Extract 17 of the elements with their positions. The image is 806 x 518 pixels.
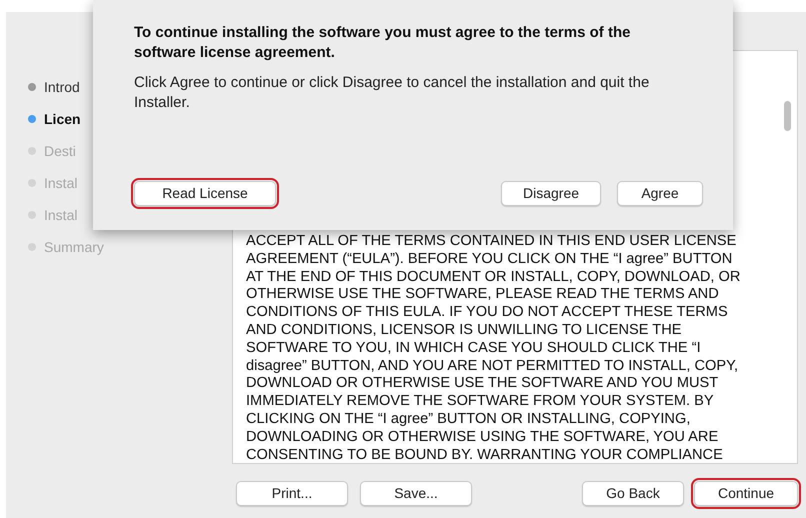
- dialog-button[interactable]: Print...: [236, 481, 348, 506]
- step-label: Introd: [44, 78, 80, 96]
- dialog-button[interactable]: Agree: [617, 181, 703, 206]
- license-text: ACCEPT ALL OF THE TERMS CONTAINED IN THIS END USER LICENSE AGREEMENT (“EULA”). BEFORE YOU CLICK ON THE “I agree” BUTTON AT THE END OF THIS DOCUMENT OR INSTALL, COPY, DOWNLOAD, OR OTHERWISE USE THE SOFTWARE, PLEASE READ THE TERMS AND CONDITIONS OF THIS EULA. IF YOU DO NOT ACCEPT THESE TERMS AND CONDITIONS, LICENSOR IS UNWILLING TO LICENSE THE SOFTWARE TO YOU, IN WHICH CASE YOU SHOULD CLICK THE “I disagree” BUTTON, AND YOU ARE NOT PERMITTED TO INSTALL, COPY, DOWNLOAD OR OTHERWISE USE THE SOFTWARE AND YOU MUST IMMEDIATELY REMOVE THE SOFTWARE FROM YOUR SYSTEM. BY CLICKING ON THE “I agree” BUTTON OR INSTALLING, COPYING, DOWNLOADING OR OTHERWISE USING THE SOFTWARE, YOU ARE CONSENTING TO BE BOUND BY. WARRANTING YOUR COMPLIANCE: [246, 233, 742, 463]
- step-label: Instal: [44, 174, 78, 192]
- dialog-button[interactable]: Go Back: [582, 481, 684, 506]
- dialog-button[interactable]: Read License: [134, 181, 276, 206]
- step-label: Instal: [44, 206, 78, 224]
- sheet-message: Click Agree to continue or click Disagree to cancel the installation and quit the Installer.: [134, 73, 650, 113]
- step-label: Licen: [44, 110, 81, 128]
- dialog-button[interactable]: Continue: [694, 481, 798, 506]
- dialog-button[interactable]: Save...: [360, 481, 472, 506]
- scrollbar-thumb[interactable]: [784, 101, 791, 131]
- dialog-button[interactable]: Disagree: [501, 181, 601, 206]
- step-label: Desti: [44, 142, 76, 160]
- step-label: Summary: [44, 238, 104, 257]
- sheet-title: To continue installing the software you must agree to the terms of the software license agreement.: [134, 23, 632, 63]
